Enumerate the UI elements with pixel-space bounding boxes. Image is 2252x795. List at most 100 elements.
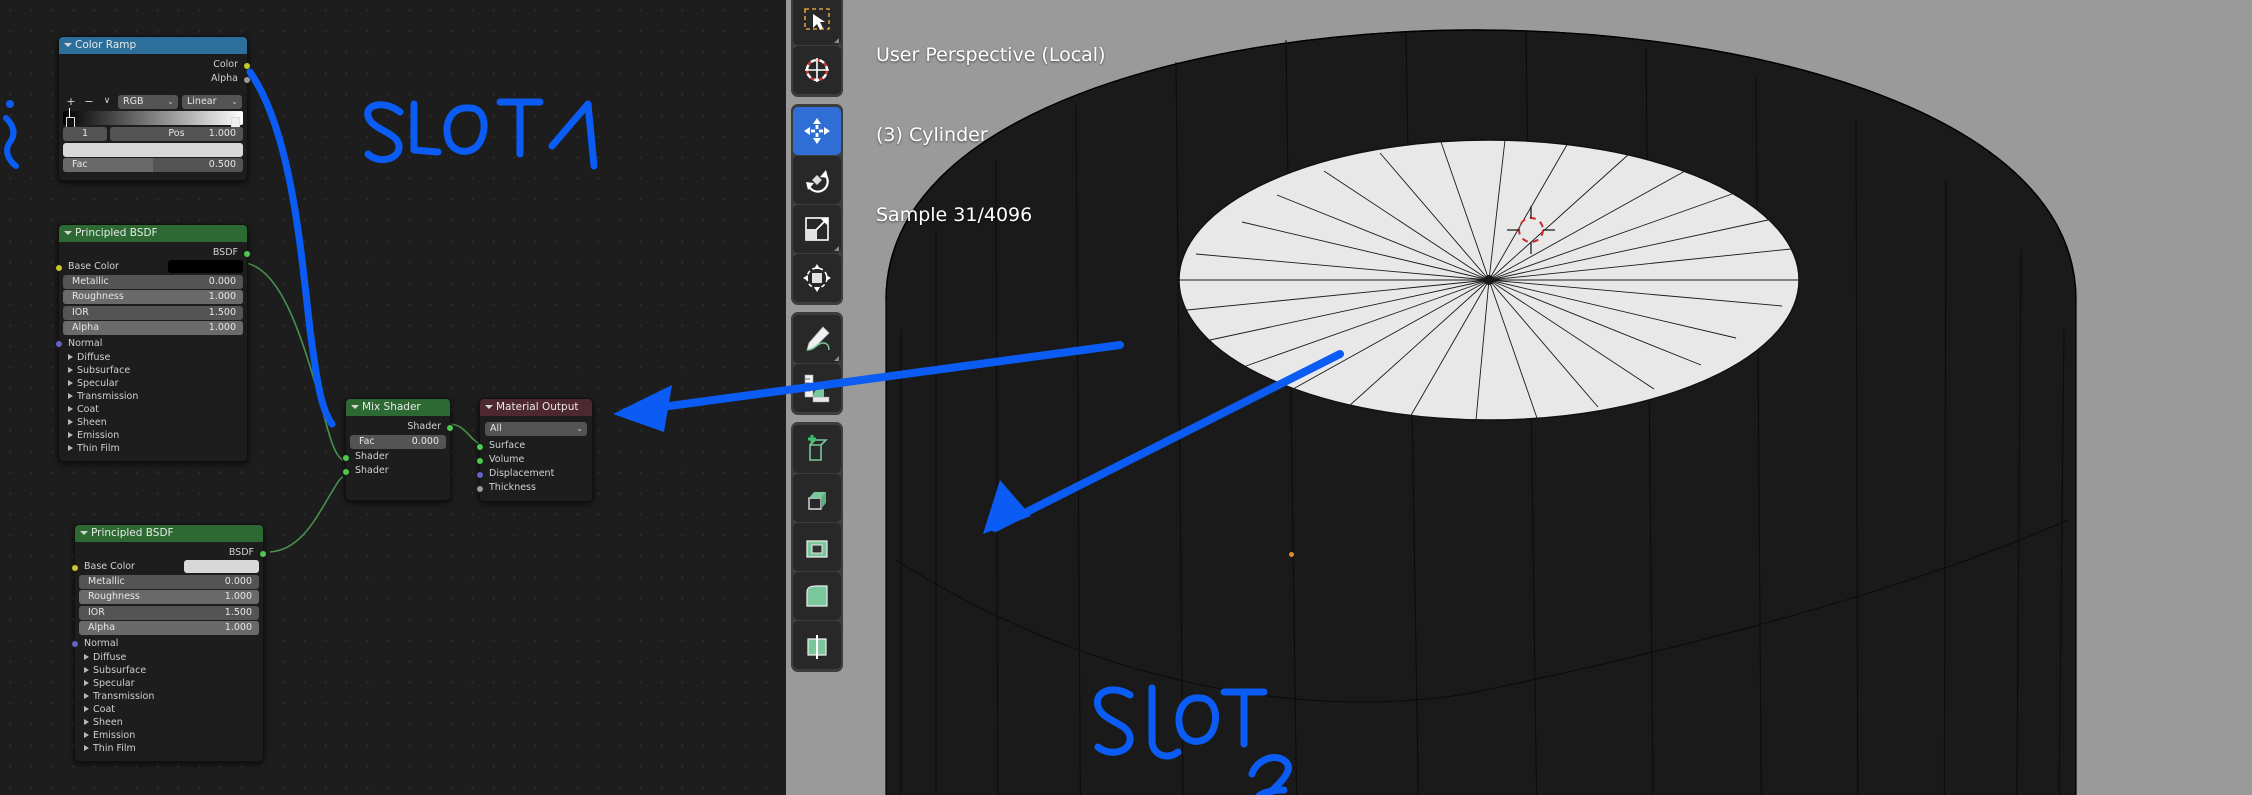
color-ramp-band[interactable]: [63, 108, 243, 128]
measure-tool[interactable]: [793, 364, 841, 412]
bsdf-panel-coat[interactable]: Coat: [75, 703, 263, 716]
transform-tool[interactable]: [793, 254, 841, 302]
bsdf-field-ior[interactable]: IOR 1.500: [63, 305, 243, 320]
output-bsdf[interactable]: BSDF: [59, 246, 251, 259]
field-value: 1.000: [224, 591, 252, 602]
bsdf-panel-specular[interactable]: Specular: [59, 377, 247, 390]
node-header[interactable]: Mix Shader: [346, 399, 450, 416]
color-mode-dropdown[interactable]: RGB ⌄: [118, 95, 178, 109]
node-principled-bsdf-bottom[interactable]: Principled BSDF BSDF Base Color Metallic…: [71, 524, 267, 762]
add-cube-tool[interactable]: [793, 425, 841, 473]
socket-bsdf[interactable]: [259, 549, 267, 558]
socket-base-color[interactable]: [55, 263, 63, 272]
shader-node-editor[interactable]: Color Ramp Color Alpha + − ∨ RGB ⌄ Linea…: [0, 0, 786, 795]
bsdf-panel-thin-film[interactable]: Thin Film: [75, 742, 263, 755]
stop-position-field[interactable]: Pos 1.000: [110, 127, 243, 141]
bsdf-panel-diffuse[interactable]: Diffuse: [75, 651, 263, 664]
bsdf-panel-emission[interactable]: Emission: [59, 429, 247, 442]
input-shader-1[interactable]: Shader: [342, 450, 450, 463]
node-header[interactable]: Principled BSDF: [75, 525, 263, 542]
bsdf-panel-transmission[interactable]: Transmission: [59, 390, 247, 403]
input-displacement[interactable]: Displacement: [476, 467, 592, 480]
bsdf-panel-sheen[interactable]: Sheen: [75, 716, 263, 729]
socket-shader-1[interactable]: [342, 453, 350, 462]
node-color-ramp[interactable]: Color Ramp Color Alpha + − ∨ RGB ⌄ Linea…: [58, 36, 251, 181]
loop-cut-tool[interactable]: [793, 621, 841, 669]
bsdf-field-alpha[interactable]: Alpha 1.000: [79, 621, 259, 635]
remove-stop-button[interactable]: −: [82, 95, 96, 109]
node-header[interactable]: Material Output: [480, 399, 592, 416]
chevron-down-icon[interactable]: [64, 229, 72, 237]
tweak-select-box-tool[interactable]: [793, 0, 841, 45]
node-header[interactable]: Principled BSDF: [59, 225, 247, 242]
rotate-tool[interactable]: [793, 156, 841, 204]
viewport-toolbar[interactable]: [791, 0, 843, 679]
input-base-color[interactable]: Base Color: [71, 560, 263, 573]
stop-index-field[interactable]: 1: [63, 127, 107, 141]
chevron-down-icon[interactable]: [64, 41, 72, 49]
fac-input-field[interactable]: Fac 0.000: [350, 434, 446, 449]
socket-volume[interactable]: [476, 456, 484, 465]
render-target-dropdown[interactable]: All ⌄: [485, 422, 587, 436]
extrude-region-tool[interactable]: [793, 474, 841, 522]
scale-tool[interactable]: [793, 205, 841, 253]
input-normal[interactable]: Normal: [71, 637, 263, 650]
output-bsdf[interactable]: BSDF: [75, 546, 267, 559]
base-color-swatch[interactable]: [184, 560, 259, 573]
node-principled-bsdf-top[interactable]: Principled BSDF BSDF Base Color Metallic…: [55, 224, 251, 462]
chevron-down-icon[interactable]: [351, 403, 359, 411]
output-shader[interactable]: Shader: [346, 420, 454, 433]
socket-bsdf[interactable]: [243, 249, 251, 258]
bsdf-panel-specular[interactable]: Specular: [75, 677, 263, 690]
input-base-color[interactable]: Base Color: [55, 260, 247, 273]
socket-base-color[interactable]: [71, 563, 79, 572]
bsdf-panel-diffuse[interactable]: Diffuse: [59, 351, 247, 364]
node-mix-shader[interactable]: Mix Shader Shader Fac 0.000 Shader Shade…: [342, 398, 454, 501]
bsdf-panel-transmission[interactable]: Transmission: [75, 690, 263, 703]
bsdf-field-alpha[interactable]: Alpha 1.000: [63, 321, 243, 335]
bsdf-field-roughness[interactable]: Roughness 1.000: [79, 590, 259, 604]
input-volume[interactable]: Volume: [476, 453, 592, 466]
chevron-down-icon[interactable]: [485, 403, 493, 411]
bsdf-panel-subsurface[interactable]: Subsurface: [59, 364, 247, 377]
input-shader-2[interactable]: Shader: [342, 464, 450, 477]
socket-thickness[interactable]: [476, 484, 484, 493]
bsdf-field-metallic[interactable]: Metallic 0.000: [63, 274, 243, 289]
input-normal[interactable]: Normal: [55, 337, 247, 350]
bsdf-panel-coat[interactable]: Coat: [59, 403, 247, 416]
bsdf-field-metallic[interactable]: Metallic 0.000: [79, 574, 259, 589]
interpolation-dropdown[interactable]: Linear ⌄: [182, 95, 242, 109]
input-thickness[interactable]: Thickness: [476, 481, 592, 494]
socket-shader-2[interactable]: [342, 467, 350, 476]
annotate-tool[interactable]: [793, 315, 841, 363]
3d-viewport[interactable]: User Perspective (Local) (3) Cylinder Sa…: [786, 0, 2252, 795]
stop-color-swatch[interactable]: [63, 142, 243, 157]
bsdf-panel-sheen[interactable]: Sheen: [59, 416, 247, 429]
move-tool[interactable]: [793, 107, 841, 155]
add-stop-button[interactable]: +: [64, 95, 78, 109]
bsdf-panel-subsurface[interactable]: Subsurface: [75, 664, 263, 677]
bsdf-panel-thin-film[interactable]: Thin Film: [59, 442, 247, 455]
socket-normal[interactable]: [55, 340, 63, 348]
inset-faces-tool[interactable]: [793, 523, 841, 571]
socket-displacement[interactable]: [476, 470, 484, 479]
output-color[interactable]: Color: [59, 58, 251, 71]
socket-surface[interactable]: [476, 442, 484, 451]
bsdf-field-roughness[interactable]: Roughness 1.000: [63, 290, 243, 304]
base-color-swatch[interactable]: [168, 260, 243, 273]
socket-normal[interactable]: [71, 640, 79, 648]
node-material-output-1[interactable]: Material Output All ⌄ Surface Volume Displ…: [476, 398, 593, 502]
chevron-down-icon[interactable]: [80, 529, 88, 537]
socket-shader-out[interactable]: [446, 423, 454, 432]
bsdf-field-ior[interactable]: IOR 1.500: [79, 605, 259, 620]
input-surface[interactable]: Surface: [476, 439, 592, 452]
bsdf-panel-emission[interactable]: Emission: [75, 729, 263, 742]
cursor-tool[interactable]: [793, 46, 841, 94]
bevel-tool[interactable]: [793, 572, 841, 620]
fac-input-field[interactable]: Fac 0.500: [63, 158, 243, 172]
socket-alpha[interactable]: [243, 75, 251, 84]
colorramp-menu-button[interactable]: ∨: [100, 95, 114, 109]
socket-color[interactable]: [243, 61, 251, 70]
node-header[interactable]: Color Ramp: [59, 37, 247, 54]
output-alpha[interactable]: Alpha: [59, 72, 251, 85]
